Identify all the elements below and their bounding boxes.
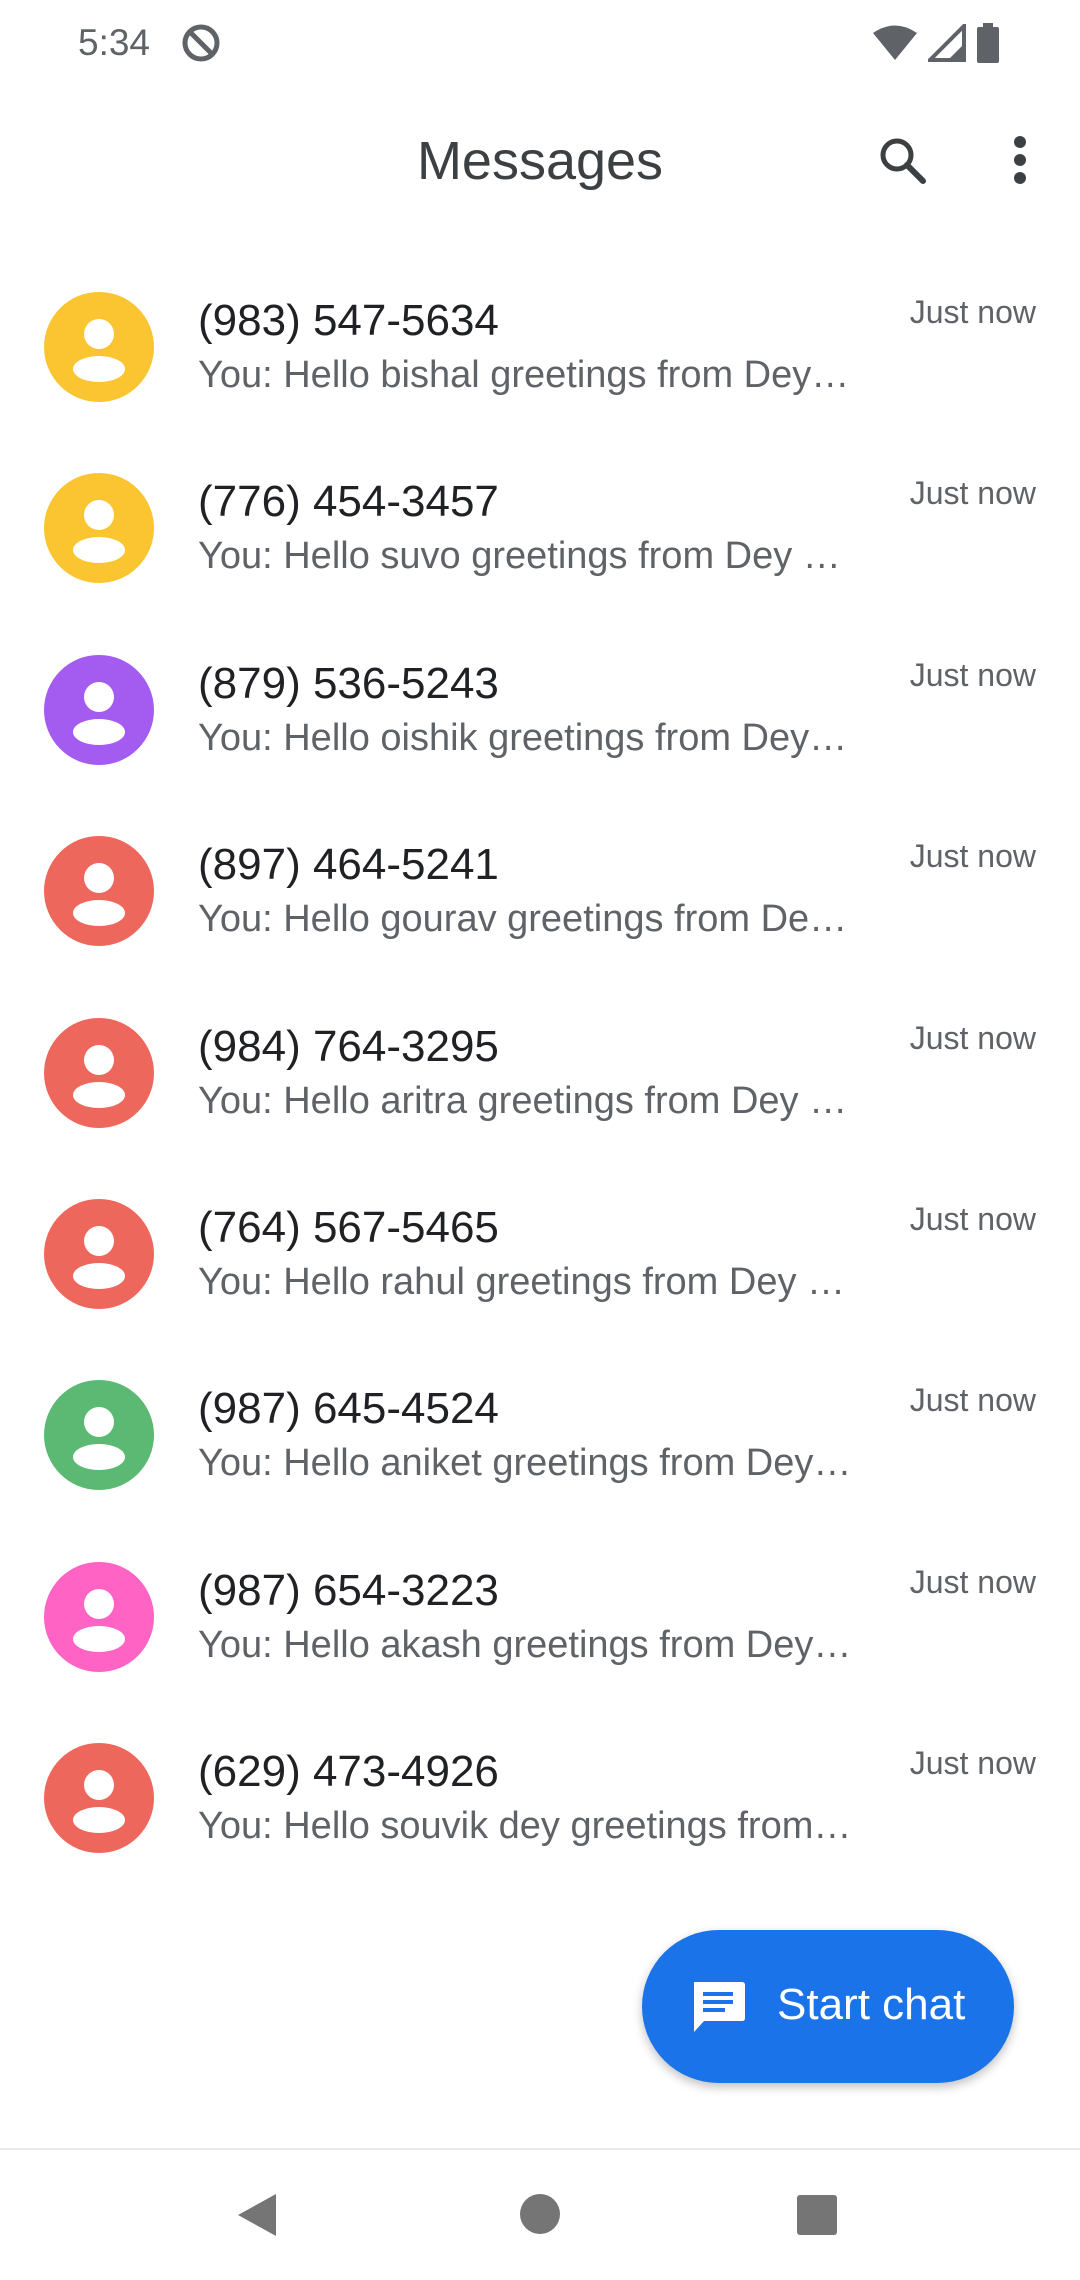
battery-icon — [976, 23, 1000, 63]
message-time: Just now — [909, 1563, 1036, 1600]
start-chat-button[interactable]: Start chat — [642, 1930, 1014, 2083]
conversation-row[interactable]: (776) 454-3457 You: Hello suvo greetings … — [0, 437, 1080, 618]
message-time: Just now — [909, 838, 1036, 875]
contact-name: (897) 464-5241 — [198, 840, 499, 890]
message-snippet: You: Hello aritra greetings from Dey … — [198, 1079, 848, 1122]
contact-name: (987) 645-4524 — [198, 1384, 499, 1434]
cell-signal-icon — [928, 24, 966, 62]
contact-name: (764) 567-5465 — [198, 1202, 499, 1252]
message-time: Just now — [909, 656, 1036, 693]
system-nav-bar — [0, 2150, 1080, 2280]
contact-name: (879) 536-5243 — [198, 658, 499, 708]
message-snippet: You: Hello oishik greetings from Dey… — [198, 716, 848, 759]
contact-name: (983) 547-5634 — [198, 296, 499, 345]
do-not-disturb-icon — [180, 22, 222, 64]
message-time: Just now — [909, 1200, 1036, 1237]
contact-name: (629) 473-4926 — [198, 1747, 499, 1797]
status-time: 5:34 — [78, 22, 151, 63]
conversation-row[interactable]: (987) 654-3223 You: Hello akash greetings… — [0, 1526, 1080, 1707]
avatar[interactable] — [44, 473, 154, 584]
contact-name: (987) 654-3223 — [198, 1565, 499, 1615]
message-snippet: You: Hello akash greetings from Dey… — [198, 1623, 852, 1666]
message-snippet: You: Hello rahul greetings from Dey … — [198, 1260, 846, 1303]
message-time: Just now — [909, 1382, 1036, 1419]
search-button[interactable] — [870, 130, 934, 194]
status-icons — [872, 22, 1000, 64]
message-snippet: You: Hello bishal greetings from Dey… — [198, 354, 850, 396]
status-bar: 5:34 — [0, 0, 1080, 90]
contact-name: (984) 764-3295 — [198, 1021, 499, 1071]
home-icon[interactable] — [518, 2192, 562, 2241]
message-snippet: You: Hello aniket greetings from Dey… — [198, 1442, 852, 1485]
avatar[interactable] — [44, 1561, 154, 1672]
avatar[interactable] — [44, 654, 154, 765]
message-snippet: You: Hello suvo greetings from Dey … — [198, 535, 841, 578]
contact-name: (776) 454-3457 — [198, 477, 499, 527]
more-vert-icon — [1013, 135, 1027, 190]
conversation-row[interactable]: (764) 567-5465 You: Hello rahul greetings… — [0, 1163, 1080, 1344]
avatar[interactable] — [44, 1017, 154, 1128]
message-time: Just now — [909, 1019, 1036, 1056]
chat-icon — [688, 1978, 748, 2038]
avatar[interactable] — [44, 1198, 154, 1309]
conversation-row[interactable]: (897) 464-5241 You: Hello gourav greeting… — [0, 800, 1080, 981]
avatar[interactable] — [44, 1380, 154, 1491]
message-snippet: You: Hello souvik dey greetings from… — [198, 1805, 852, 1848]
avatar[interactable] — [44, 1743, 154, 1854]
recents-icon[interactable] — [796, 2194, 838, 2241]
back-icon[interactable] — [236, 2192, 278, 2243]
app-bar: Messages — [0, 90, 1080, 230]
message-snippet: You: Hello gourav greetings from De… — [198, 898, 848, 941]
search-icon — [876, 134, 928, 191]
conversation-row[interactable]: (879) 536-5243 You: Hello oishik greeting… — [0, 619, 1080, 800]
start-chat-label: Start chat — [777, 1980, 966, 2029]
conversation-row[interactable]: (629) 473-4926 You: Hello souvik dey gree… — [0, 1707, 1080, 1888]
wifi-icon — [872, 24, 918, 62]
avatar[interactable] — [44, 292, 154, 402]
more-options-button[interactable] — [990, 130, 1050, 194]
message-time: Just now — [909, 1745, 1036, 1782]
conversation-row[interactable]: (987) 645-4524 You: Hello aniket greeting… — [0, 1344, 1080, 1525]
avatar[interactable] — [44, 836, 154, 947]
conversation-row[interactable]: (984) 764-3295 You: Hello aritra greeting… — [0, 982, 1080, 1163]
conversation-row[interactable]: (983) 547-5634 You: Hello bishal greeting… — [0, 256, 1080, 437]
message-time: Just now — [909, 294, 1036, 330]
message-time: Just now — [909, 475, 1036, 512]
conversation-list: (983) 547-5634 You: Hello bishal greeting… — [0, 256, 1080, 1889]
